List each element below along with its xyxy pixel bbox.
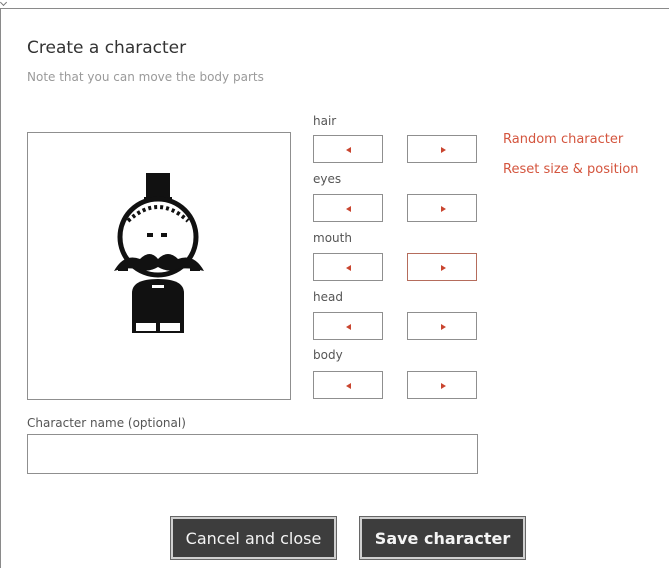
left-arrow-icon: [346, 147, 351, 153]
hair-next-button[interactable]: [407, 135, 477, 163]
hair-prev-button[interactable]: [313, 135, 383, 163]
character-body[interactable]: [132, 279, 184, 333]
eyes-prev-button[interactable]: [313, 194, 383, 222]
left-arrow-icon: [346, 265, 351, 271]
character-preview: [114, 173, 204, 333]
save-character-button[interactable]: Save character: [360, 517, 525, 559]
left-arrow-icon: [346, 383, 351, 389]
right-arrow-icon: [441, 383, 446, 389]
reset-size-position-link[interactable]: Reset size & position: [503, 162, 639, 177]
character-name-input[interactable]: [27, 434, 478, 474]
head-prev-button[interactable]: [313, 312, 383, 340]
character-name-label: Character name (optional): [27, 416, 186, 430]
dialog-title: Create a character: [27, 38, 187, 58]
right-arrow-icon: [441, 265, 446, 271]
dialog-subtitle: Note that you can move the body parts: [27, 70, 264, 84]
mouth-next-button[interactable]: [407, 253, 477, 281]
left-arrow-icon: [346, 324, 351, 330]
right-arrow-icon: [441, 206, 446, 212]
random-character-link[interactable]: Random character: [503, 132, 623, 147]
body-prev-button[interactable]: [313, 371, 383, 399]
cancel-and-close-button[interactable]: Cancel and close: [171, 517, 336, 559]
right-arrow-icon: [441, 324, 446, 330]
mouth-prev-button[interactable]: [313, 253, 383, 281]
left-arrow-icon: [346, 206, 351, 212]
part-label-body: body: [313, 348, 343, 362]
part-label-mouth: mouth: [313, 231, 352, 245]
eyes-next-button[interactable]: [407, 194, 477, 222]
part-label-head: head: [313, 290, 343, 304]
head-next-button[interactable]: [407, 312, 477, 340]
window-corner-chevron: [0, 0, 8, 8]
part-label-hair: hair: [313, 114, 337, 128]
part-label-eyes: eyes: [313, 172, 342, 186]
character-canvas[interactable]: [27, 132, 291, 400]
right-arrow-icon: [441, 147, 446, 153]
body-next-button[interactable]: [407, 371, 477, 399]
